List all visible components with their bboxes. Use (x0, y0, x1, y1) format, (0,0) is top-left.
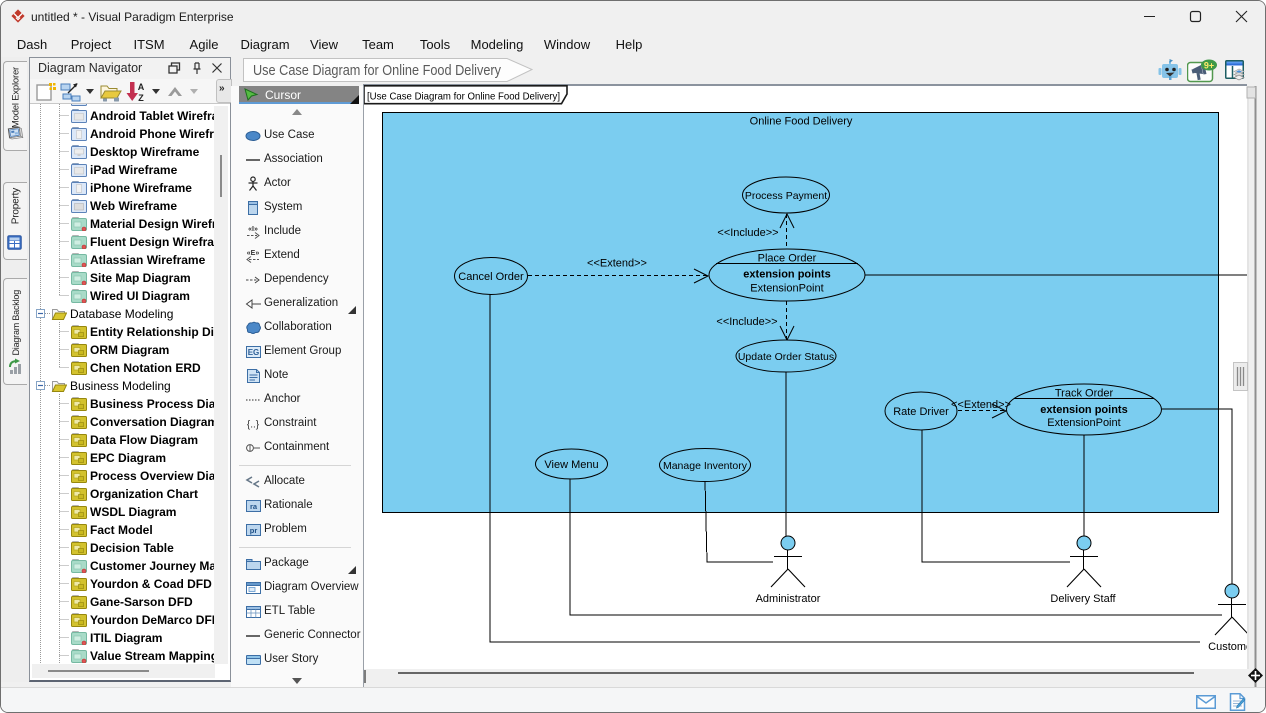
svg-text:Cancel Order: Cancel Order (458, 271, 524, 283)
svg-text:View Menu: View Menu (544, 459, 598, 471)
svg-text:Delivery Staff: Delivery Staff (1050, 593, 1116, 605)
svg-text:«I»: «I» (248, 226, 258, 233)
svg-text:<<Include>>: <<Include>> (717, 227, 778, 239)
svg-text:<<Extend>>: <<Extend>> (587, 258, 647, 270)
svg-text:<<Extend>>: <<Extend>> (951, 399, 1011, 411)
svg-text:9+: 9+ (1204, 61, 1214, 71)
svg-text:«E»: «E» (247, 250, 260, 257)
svg-text:[Use Case Diagram for Online F: [Use Case Diagram for Online Food Delive… (367, 91, 560, 103)
svg-text:Use Case Diagram for Online Fo: Use Case Diagram for Online Food Deliver… (253, 63, 502, 79)
svg-text:A: A (138, 82, 145, 92)
svg-text:pr: pr (250, 526, 258, 535)
svg-text:<<Include>>: <<Include>> (716, 316, 777, 328)
svg-text:Place Order: Place Order (758, 253, 817, 265)
svg-text:Manage Inventory: Manage Inventory (663, 460, 748, 472)
svg-text:Z: Z (138, 93, 144, 103)
svg-text:Rate Driver: Rate Driver (893, 406, 949, 418)
svg-text:extension points: extension points (1040, 404, 1127, 416)
svg-text:Online Food Delivery: Online Food Delivery (750, 116, 853, 128)
svg-text:Process Payment: Process Payment (745, 190, 827, 202)
svg-text:Update Order Status: Update Order Status (738, 351, 834, 363)
svg-text:{..}: {..} (247, 420, 260, 431)
svg-text:ra: ra (250, 502, 258, 511)
svg-text:Track Order: Track Order (1055, 388, 1114, 400)
svg-text:Administrator: Administrator (756, 593, 821, 605)
svg-text:EG: EG (248, 348, 260, 357)
svg-text:ExtensionPoint: ExtensionPoint (750, 283, 823, 295)
svg-text:ExtensionPoint: ExtensionPoint (1047, 417, 1120, 429)
svg-text:extension points: extension points (743, 269, 830, 281)
